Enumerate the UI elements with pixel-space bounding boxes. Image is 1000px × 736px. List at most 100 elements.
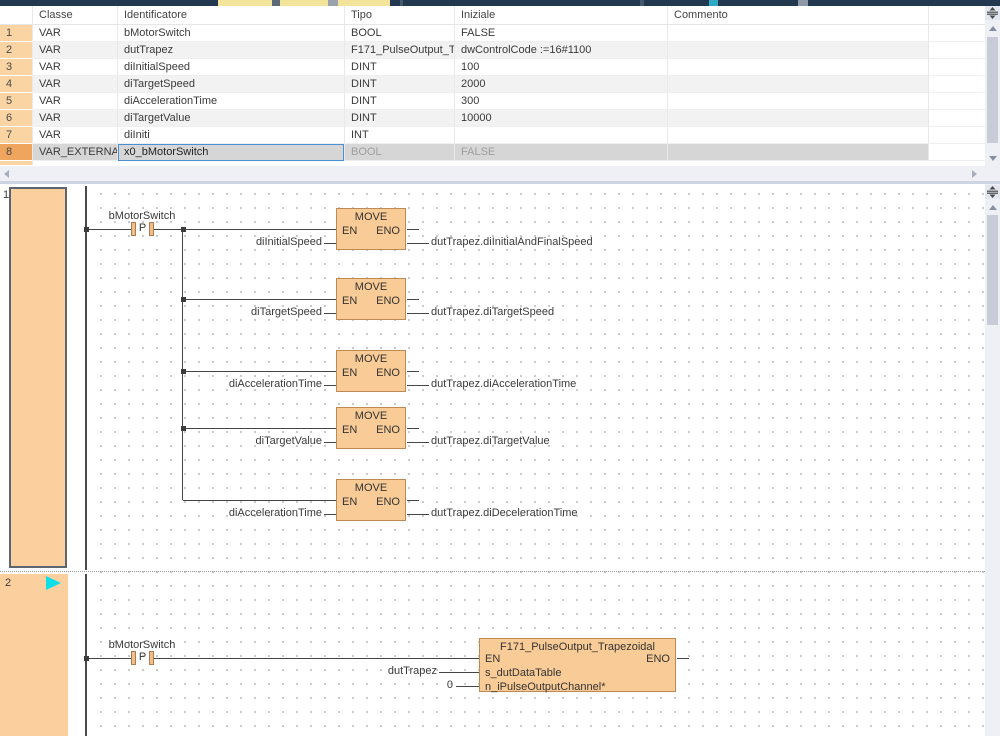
- row-number[interactable]: 4: [0, 76, 33, 93]
- cell-tipo[interactable]: DINT: [345, 110, 455, 127]
- cell-commento[interactable]: [668, 42, 929, 59]
- splitter-handle-icon[interactable]: [985, 185, 1000, 199]
- cell-iniziale[interactable]: 10000: [455, 110, 668, 127]
- vscrollbar-thumb[interactable]: [987, 215, 998, 325]
- table-row-selected[interactable]: 8 VAR_EXTERNAL x0_bMotorSwitch BOOL FALS…: [0, 144, 985, 161]
- cell-tipo[interactable]: DINT: [345, 76, 455, 93]
- table-row[interactable]: 3 VAR diInitialSpeed DINT 100: [0, 59, 985, 76]
- row-number[interactable]: 7: [0, 127, 33, 144]
- cell-identificatore[interactable]: diInitialSpeed: [118, 59, 345, 76]
- table-row[interactable]: 2 VAR dutTrapez F171_PulseOutput_T... dw…: [0, 42, 985, 59]
- table-row[interactable]: 7 VAR diIniti INT: [0, 127, 985, 144]
- cell-tipo[interactable]: DINT: [345, 59, 455, 76]
- cell-identificatore[interactable]: dutTrapez: [118, 42, 345, 59]
- scroll-up-icon[interactable]: [985, 201, 1000, 213]
- cell-extra: [929, 93, 985, 110]
- cell-classe[interactable]: VAR: [33, 93, 118, 110]
- network1-margin[interactable]: [9, 187, 67, 568]
- cell-identificatore[interactable]: diAccelerationTime: [118, 93, 345, 110]
- contact-bar[interactable]: [149, 651, 154, 665]
- positive-edge-contact[interactable]: P: [136, 222, 149, 235]
- block-input-operand[interactable]: diInitialSpeed: [122, 236, 322, 249]
- positive-edge-contact[interactable]: P: [136, 651, 149, 664]
- scroll-down-icon[interactable]: [985, 152, 1000, 164]
- scroll-right-icon[interactable]: [968, 166, 980, 181]
- row-number[interactable]: 6: [0, 110, 33, 127]
- table-vscrollbar[interactable]: [985, 6, 1000, 166]
- cell-classe[interactable]: VAR_EXTERNAL: [33, 144, 118, 161]
- cell-iniziale[interactable]: [455, 127, 668, 144]
- cell-classe[interactable]: VAR: [33, 110, 118, 127]
- cell-commento[interactable]: [668, 110, 929, 127]
- cell-tipo[interactable]: F171_PulseOutput_T...: [345, 42, 455, 59]
- cell-classe[interactable]: VAR: [33, 127, 118, 144]
- block-output-operand[interactable]: dutTrapez.diInitialAndFinalSpeed: [431, 236, 593, 249]
- cell-classe[interactable]: VAR: [33, 25, 118, 42]
- cell-iniziale[interactable]: FALSE: [455, 25, 668, 42]
- scroll-left-icon[interactable]: [0, 166, 12, 181]
- cell-identificatore[interactable]: diTargetSpeed: [118, 76, 345, 93]
- header-iniziale[interactable]: Iniziale: [455, 6, 668, 25]
- move-block[interactable]: MOVE EN ENO: [336, 278, 406, 320]
- cell-iniziale[interactable]: FALSE: [455, 144, 668, 161]
- cell-tipo[interactable]: DINT: [345, 93, 455, 110]
- scroll-up-icon[interactable]: [985, 22, 1000, 34]
- block-output-operand[interactable]: dutTrapez.diDecelerationTime: [431, 507, 578, 520]
- row-number[interactable]: 5: [0, 93, 33, 110]
- table-row[interactable]: 6 VAR diTargetValue DINT 10000: [0, 110, 985, 127]
- cell-iniziale[interactable]: 300: [455, 93, 668, 110]
- cell-extra: [929, 42, 985, 59]
- cell-tipo[interactable]: INT: [345, 127, 455, 144]
- network2-margin[interactable]: [0, 574, 68, 736]
- block-output-operand[interactable]: dutTrapez.diAccelerationTime: [431, 378, 576, 391]
- block-input-operand[interactable]: diTargetValue: [122, 435, 322, 448]
- cell-commento[interactable]: [668, 59, 929, 76]
- network-number[interactable]: 2: [5, 577, 11, 589]
- cell-identificatore[interactable]: diIniti: [118, 127, 345, 144]
- row-number[interactable]: 2: [0, 42, 33, 59]
- header-identificatore[interactable]: Identificatore: [118, 6, 345, 25]
- row-number[interactable]: 3: [0, 59, 33, 76]
- row-number[interactable]: 1: [0, 25, 33, 42]
- cell-classe[interactable]: VAR: [33, 42, 118, 59]
- block-input-operand[interactable]: diAccelerationTime: [122, 507, 322, 520]
- block-output-operand[interactable]: dutTrapez.diTargetSpeed: [431, 306, 554, 319]
- move-block[interactable]: MOVE EN ENO: [336, 350, 406, 392]
- cell-identificatore[interactable]: diTargetValue: [118, 110, 345, 127]
- block-input-operand[interactable]: diAccelerationTime: [122, 378, 322, 391]
- block-input-operand[interactable]: dutTrapez: [237, 665, 437, 678]
- row-number[interactable]: 8: [0, 144, 33, 161]
- cell-commento[interactable]: [668, 76, 929, 93]
- header-classe[interactable]: Classe: [33, 6, 118, 25]
- cell-iniziale[interactable]: dwControlCode :=16#1100: [455, 42, 668, 59]
- move-block[interactable]: MOVE EN ENO: [336, 479, 406, 521]
- table-row[interactable]: 4 VAR diTargetSpeed DINT 2000: [0, 76, 985, 93]
- table-row[interactable]: 1 VAR bMotorSwitch BOOL FALSE: [0, 25, 985, 42]
- table-row[interactable]: 5 VAR diAccelerationTime DINT 300: [0, 93, 985, 110]
- contact-bar[interactable]: [149, 222, 154, 236]
- cell-classe[interactable]: VAR: [33, 59, 118, 76]
- cell-identificatore[interactable]: bMotorSwitch: [118, 25, 345, 42]
- block-input-operand[interactable]: 0: [253, 679, 453, 692]
- cell-commento[interactable]: [668, 93, 929, 110]
- block-input-operand[interactable]: diTargetSpeed: [122, 306, 322, 319]
- splitter-handle-icon[interactable]: [985, 6, 1000, 20]
- function-block-f171[interactable]: F171_PulseOutput_Trapezoidal EN ENO s_du…: [479, 638, 676, 692]
- cell-commento[interactable]: [668, 25, 929, 42]
- cell-classe[interactable]: VAR: [33, 76, 118, 93]
- table-hscrollbar[interactable]: [0, 166, 1000, 181]
- header-tipo[interactable]: Tipo: [345, 6, 455, 25]
- cell-iniziale[interactable]: 2000: [455, 76, 668, 93]
- cell-tipo[interactable]: BOOL: [345, 25, 455, 42]
- cell-commento[interactable]: [668, 127, 929, 144]
- block-output-operand[interactable]: dutTrapez.diTargetValue: [431, 435, 550, 448]
- move-block[interactable]: MOVE EN ENO: [336, 208, 406, 250]
- move-block[interactable]: MOVE EN ENO: [336, 407, 406, 449]
- identifier-edit-field[interactable]: x0_bMotorSwitch: [118, 144, 344, 161]
- cell-tipo[interactable]: BOOL: [345, 144, 455, 161]
- ladder-vscrollbar[interactable]: [985, 184, 1000, 736]
- cell-commento[interactable]: [668, 144, 929, 161]
- vscrollbar-thumb[interactable]: [987, 37, 998, 143]
- header-commento[interactable]: Commento: [668, 6, 929, 25]
- cell-iniziale[interactable]: 100: [455, 59, 668, 76]
